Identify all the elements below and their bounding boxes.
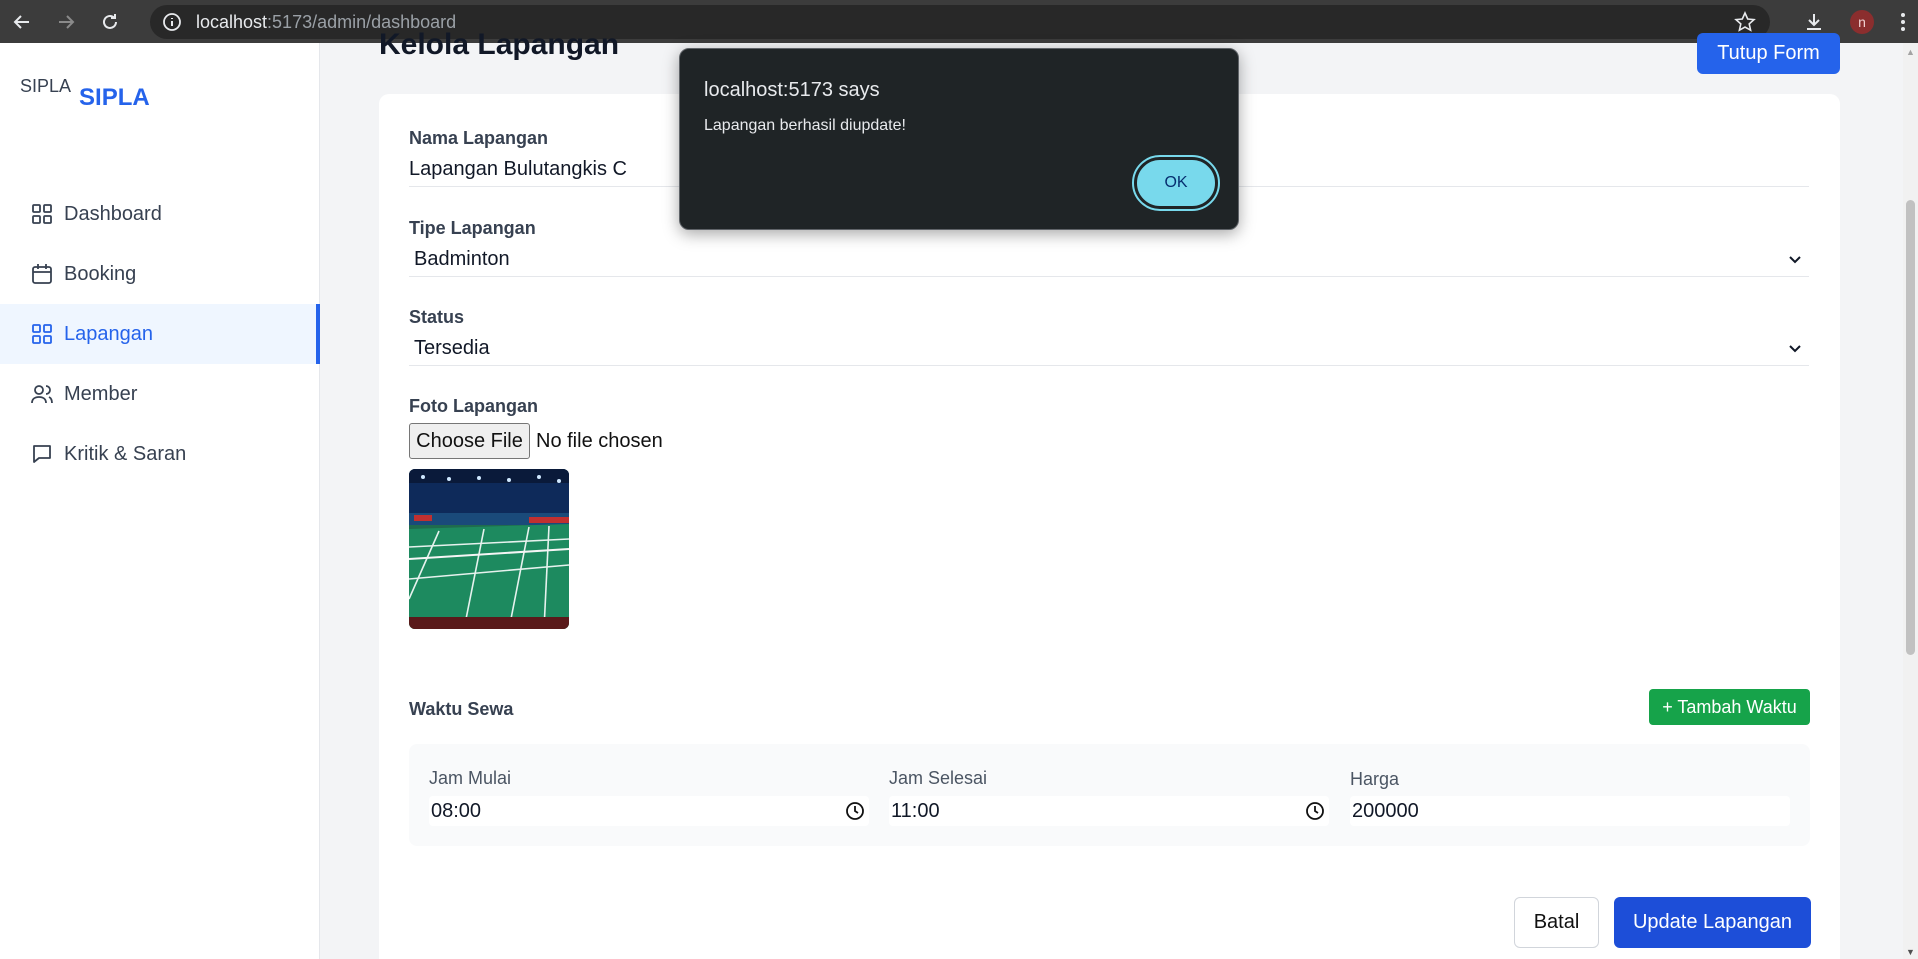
- download-icon[interactable]: [1792, 11, 1836, 33]
- sidebar-item-label: Lapangan: [64, 322, 153, 345]
- page-title: Kelola Lapangan: [379, 28, 620, 61]
- harga-input[interactable]: 200000: [1350, 796, 1790, 826]
- scroll-down-arrow-icon[interactable]: ▼: [1906, 947, 1915, 957]
- reload-icon[interactable]: [88, 0, 132, 43]
- forward-icon[interactable]: [44, 0, 88, 43]
- close-form-button[interactable]: Tutup Form: [1697, 33, 1840, 74]
- sidebar-item-dashboard[interactable]: Dashboard: [0, 184, 320, 244]
- calendar-icon: [30, 262, 54, 286]
- jam-selesai-value: 11:00: [891, 799, 940, 822]
- jam-mulai-label: Jam Mulai: [429, 768, 512, 788]
- sidebar-item-kritik-saran[interactable]: Kritik & Saran: [0, 424, 320, 484]
- jam-selesai-input[interactable]: 11:00: [889, 796, 1329, 826]
- dialog-message: Lapangan berhasil diupdate!: [704, 117, 906, 134]
- grid-icon: [30, 322, 54, 346]
- jam-mulai-value: 08:00: [431, 799, 482, 822]
- file-input: Choose File No file chosen: [409, 423, 663, 459]
- sidebar-item-member[interactable]: Member: [0, 364, 320, 424]
- chevron-down-icon: [1787, 339, 1803, 362]
- site-info-icon[interactable]: [160, 10, 184, 34]
- jam-selesai-label: Jam Selesai: [889, 768, 988, 788]
- waktu-sewa-label: Waktu Sewa: [409, 699, 514, 719]
- status-label: Status: [409, 307, 465, 327]
- kebab-menu-icon[interactable]: [1888, 12, 1918, 32]
- choose-file-button[interactable]: Choose File: [409, 423, 530, 459]
- tipe-lapangan-value: Badminton: [414, 248, 510, 270]
- sidebar-item-lapangan[interactable]: Lapangan: [0, 304, 320, 364]
- message-icon: [30, 442, 54, 466]
- tipe-lapangan-select[interactable]: Badminton: [409, 243, 1809, 277]
- dialog-title: localhost:5173 says: [704, 79, 880, 101]
- jam-mulai-input[interactable]: 08:00: [429, 796, 869, 826]
- browser-toolbar: localhost:5173/admin/dashboard n: [0, 0, 1918, 43]
- users-icon: [30, 382, 54, 406]
- harga-value: 200000: [1352, 799, 1419, 822]
- tipe-label: Tipe Lapangan: [409, 218, 536, 238]
- brand-name: SIPLA: [79, 84, 150, 111]
- chevron-down-icon: [1787, 250, 1803, 273]
- ok-button[interactable]: OK: [1132, 155, 1220, 211]
- sidebar: SIPLA SIPLA Dashboard Booking Lapangan M…: [0, 43, 320, 959]
- sidebar-item-label: Dashboard: [64, 202, 162, 225]
- sidebar-item-label: Member: [64, 382, 138, 405]
- profile-avatar[interactable]: n: [1850, 9, 1874, 34]
- status-select[interactable]: Tersedia: [409, 332, 1809, 366]
- logo-image: SIPLA: [20, 76, 72, 96]
- brand[interactable]: SIPLA SIPLA: [20, 76, 150, 112]
- update-lapangan-button[interactable]: Update Lapangan: [1614, 897, 1811, 948]
- alert-dialog: localhost:5173 says Lapangan berhasil di…: [679, 48, 1239, 230]
- time-slot-row: Jam Mulai 08:00 Jam Selesai 11:00 Harga …: [409, 744, 1810, 846]
- sidebar-item-booking[interactable]: Booking: [0, 244, 320, 304]
- court-photo-preview: [409, 469, 569, 629]
- harga-label: Harga: [1350, 769, 1400, 789]
- status-value: Tersedia: [414, 337, 490, 359]
- clock-icon[interactable]: [1305, 801, 1325, 827]
- foto-label: Foto Lapangan: [409, 396, 538, 416]
- cancel-button[interactable]: Batal: [1514, 897, 1599, 948]
- nama-lapangan-value: Lapangan Bulutangkis C: [409, 158, 627, 180]
- no-file-text: No file chosen: [536, 429, 663, 452]
- back-icon[interactable]: [0, 0, 44, 43]
- clock-icon[interactable]: [845, 801, 865, 827]
- nama-label: Nama Lapangan: [409, 128, 549, 148]
- sidebar-nav: Dashboard Booking Lapangan Member Kritik…: [0, 184, 320, 484]
- page-scrollbar[interactable]: ▲ ▼: [1903, 43, 1918, 959]
- scroll-up-arrow-icon[interactable]: ▲: [1906, 47, 1915, 57]
- sidebar-item-label: Booking: [64, 262, 137, 285]
- sidebar-item-label: Kritik & Saran: [64, 442, 187, 465]
- add-time-button[interactable]: + Tambah Waktu: [1649, 689, 1810, 725]
- scrollbar-thumb[interactable]: [1906, 200, 1915, 655]
- url-host: localhost: [196, 11, 268, 32]
- grid-icon: [30, 202, 54, 226]
